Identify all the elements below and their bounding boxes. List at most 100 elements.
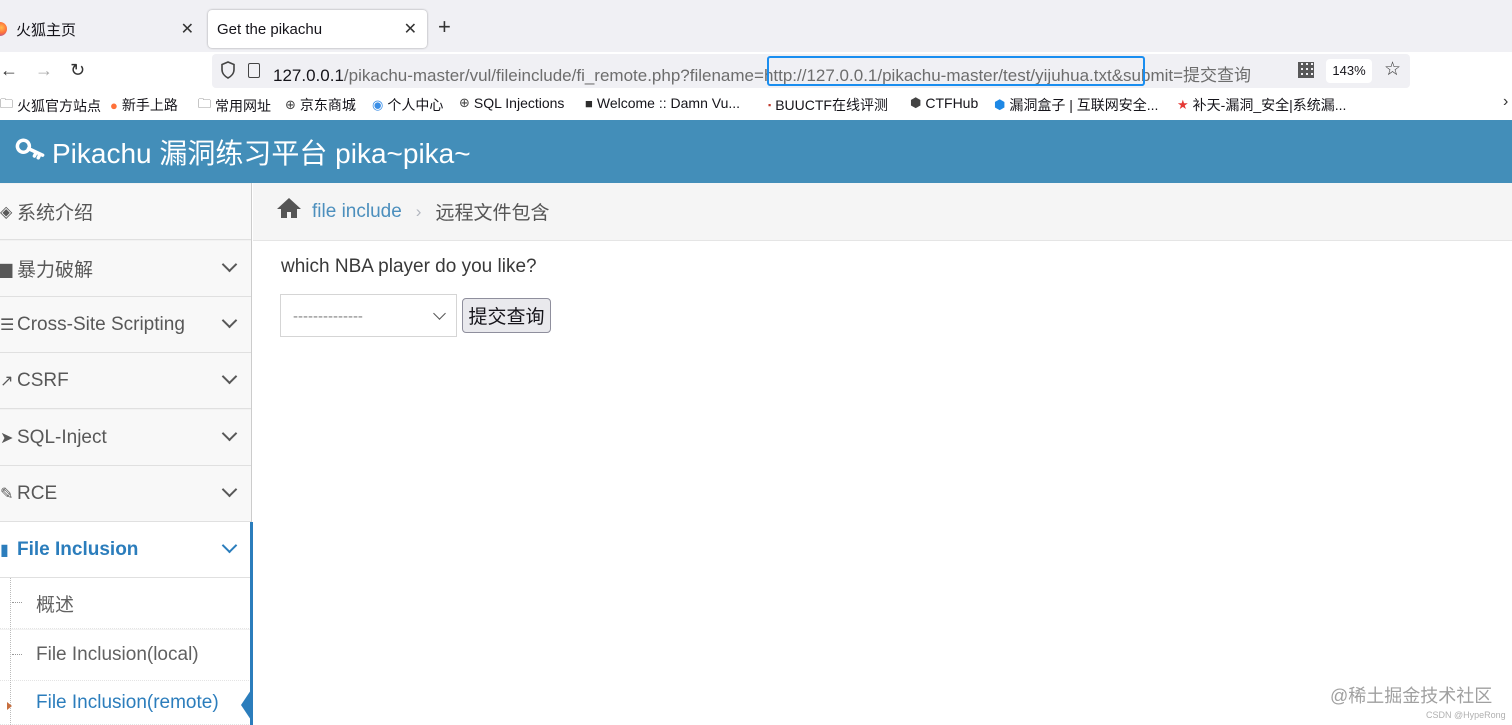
watermark: @稀土掘金技术社区: [1330, 686, 1493, 706]
tab-label: 火狐主页: [16, 21, 77, 39]
bookmark-item[interactable]: ⊕ SQL Injections: [459, 95, 564, 111]
home-icon[interactable]: [276, 197, 302, 226]
new-tab-button[interactable]: +: [438, 14, 451, 40]
bookmark-label: 新手上路: [121, 97, 178, 113]
submenu-label: File Inclusion(local): [36, 644, 199, 665]
bookmark-label: 补天-漏洞_安全|系统漏...: [1192, 97, 1347, 113]
caret-right-icon: [7, 702, 12, 710]
sidebar-item-label: Cross-Site Scripting: [17, 313, 185, 335]
close-tab-icon[interactable]: ✕: [404, 19, 417, 39]
breadcrumb: file include › 远程文件包含: [253, 183, 1512, 241]
sidebar-item-label: SQL-Inject: [17, 426, 107, 448]
submenu-item-overview[interactable]: 概述: [0, 578, 251, 629]
bookmark-label: Welcome :: Damn Vu...: [596, 95, 741, 111]
sidebar-item-file-inclusion[interactable]: ▮ File Inclusion: [0, 522, 251, 578]
bookmark-item[interactable]: ⬢ CTFHub: [910, 95, 978, 111]
tab-get-the-pikachu[interactable]: Get the pikachu ✕: [208, 10, 427, 48]
sidebar-item-csrf[interactable]: ↗ CSRF: [0, 353, 251, 409]
chevron-down-icon: [221, 425, 238, 442]
bookmark-item[interactable]: ▪ BUUCTF在线评测: [768, 95, 888, 115]
submenu-label: 概述: [36, 594, 75, 616]
reload-button[interactable]: ↻: [70, 60, 85, 81]
submenu-label: File Inclusion(remote): [36, 691, 219, 713]
submit-button[interactable]: 提交查询: [462, 298, 551, 333]
firefox-icon: [0, 22, 7, 36]
tree-connector: [12, 602, 22, 603]
brand[interactable]: Pikachu 漏洞练习平台 pika~pika~: [15, 132, 471, 172]
chevron-down-icon: [221, 537, 238, 554]
chevron-down-icon: [221, 256, 238, 273]
butian-icon: ★: [1177, 97, 1189, 112]
bookmark-item[interactable]: ● 新手上路: [110, 95, 178, 115]
sidebar-item-brute-force[interactable]: ▆ 暴力破解: [0, 241, 251, 297]
shield-icon[interactable]: [220, 61, 236, 79]
chevron-down-icon: [433, 307, 446, 320]
box-icon: ⬢: [994, 97, 1006, 112]
sidebar-item-intro[interactable]: ◈ 系统介绍: [0, 184, 251, 240]
url-host: 127.0.0.1: [273, 66, 344, 85]
bookmark-item[interactable]: ★ 补天-漏洞_安全|系统漏...: [1177, 95, 1346, 115]
bookmark-item[interactable]: 🗀 常用网址: [198, 95, 271, 117]
sidebar-item-rce[interactable]: ✎ RCE: [0, 466, 251, 522]
pencil-icon: ✎: [0, 485, 14, 503]
sidebar-item-xss[interactable]: ☰ Cross-Site Scripting: [0, 297, 251, 353]
player-select[interactable]: --------------: [280, 294, 457, 337]
bookmark-item[interactable]: ◉ 个人中心: [372, 95, 443, 115]
url-path: /pikachu-master/vul/fileinclude/fi_remot…: [343, 66, 755, 85]
brand-title: Pikachu 漏洞练习平台 pika~pika~: [52, 138, 471, 169]
select-value: --------------: [293, 308, 363, 325]
breadcrumb-current: 远程文件包含: [435, 203, 550, 224]
back-button[interactable]: ←: [0, 60, 18, 81]
globe-icon: ⊕: [459, 95, 470, 110]
bookmark-label: SQL Injections: [473, 95, 565, 111]
chevron-right-icon: ›: [415, 201, 422, 221]
bookmark-star-icon[interactable]: ☆: [1384, 58, 1401, 81]
bookmark-label: 常用网址: [215, 98, 272, 114]
folder-icon: 🗀: [198, 96, 212, 111]
tab-firefox-home[interactable]: 火狐主页 ✕: [0, 10, 204, 48]
bookmarks-toolbar: 🗀 火狐官方站点 ● 新手上路 🗀 常用网址 ⊕ 京东商城 ◉ 个人中心 ⊕ SQL Inj…: [0, 90, 1512, 120]
close-tab-icon[interactable]: ✕: [181, 19, 194, 39]
tag-icon: ◈: [0, 203, 13, 221]
current-pointer: [241, 687, 253, 723]
bookmark-item[interactable]: ⬢ 漏洞盒子 | 互联网安全...: [994, 95, 1158, 115]
lock-icon: ▆: [0, 260, 13, 278]
breadcrumb-link[interactable]: file include: [312, 201, 402, 223]
submenu-item-local[interactable]: File Inclusion(local): [0, 630, 251, 681]
bookmark-label: 漏洞盒子 | 互联网安全...: [1009, 97, 1159, 113]
bookmarks-overflow-icon[interactable]: ›: [1503, 93, 1508, 111]
bookmark-item[interactable]: ■ Welcome :: Damn Vu...: [585, 95, 740, 111]
bookmark-item[interactable]: ⊕ 京东商城: [285, 95, 356, 115]
bookmark-label: 京东商城: [299, 97, 356, 113]
buu-icon: ▪: [768, 100, 772, 110]
bookmark-label: 火狐官方站点: [17, 98, 102, 114]
sidebar-item-sql-inject[interactable]: ➤ SQL-Inject: [0, 410, 251, 466]
bookmark-label: BUUCTF在线评测: [775, 97, 888, 113]
tree-connector: [12, 654, 22, 655]
share-icon: ↗: [0, 372, 14, 390]
submenu-item-remote[interactable]: File Inclusion(remote): [0, 681, 251, 725]
bookmark-label: 个人中心: [387, 97, 444, 113]
qr-code-icon[interactable]: [1298, 62, 1314, 78]
url-highlight-box: [767, 56, 1145, 86]
question-label: which NBA player do you like?: [281, 256, 537, 277]
chevron-down-icon: [221, 368, 238, 385]
sidebar-item-label: 暴力破解: [17, 260, 94, 281]
list-icon: ☰: [0, 316, 15, 334]
chevron-down-icon: [221, 312, 238, 329]
ctfhub-icon: ⬢: [910, 95, 922, 110]
sidebar-item-label: File Inclusion: [17, 538, 139, 560]
profile-icon: ◉: [372, 97, 384, 112]
key-icon: [13, 132, 49, 172]
forward-button[interactable]: →: [35, 60, 53, 81]
fighter-jet-icon: ➤: [0, 429, 14, 447]
zoom-level-button[interactable]: 143%: [1326, 59, 1372, 83]
globe-icon: ⊕: [285, 97, 296, 112]
app-header: Pikachu 漏洞练习平台 pika~pika~: [0, 120, 1512, 183]
bookmark-item[interactable]: 🗀 火狐官方站点: [0, 95, 101, 117]
page-info-icon[interactable]: [248, 63, 260, 78]
tab-label: Get the pikachu: [217, 20, 323, 38]
watermark-small: CSDN @HypeRong: [1426, 710, 1506, 720]
sidebar-item-label: RCE: [17, 482, 58, 504]
firefox-icon: ●: [110, 97, 118, 113]
